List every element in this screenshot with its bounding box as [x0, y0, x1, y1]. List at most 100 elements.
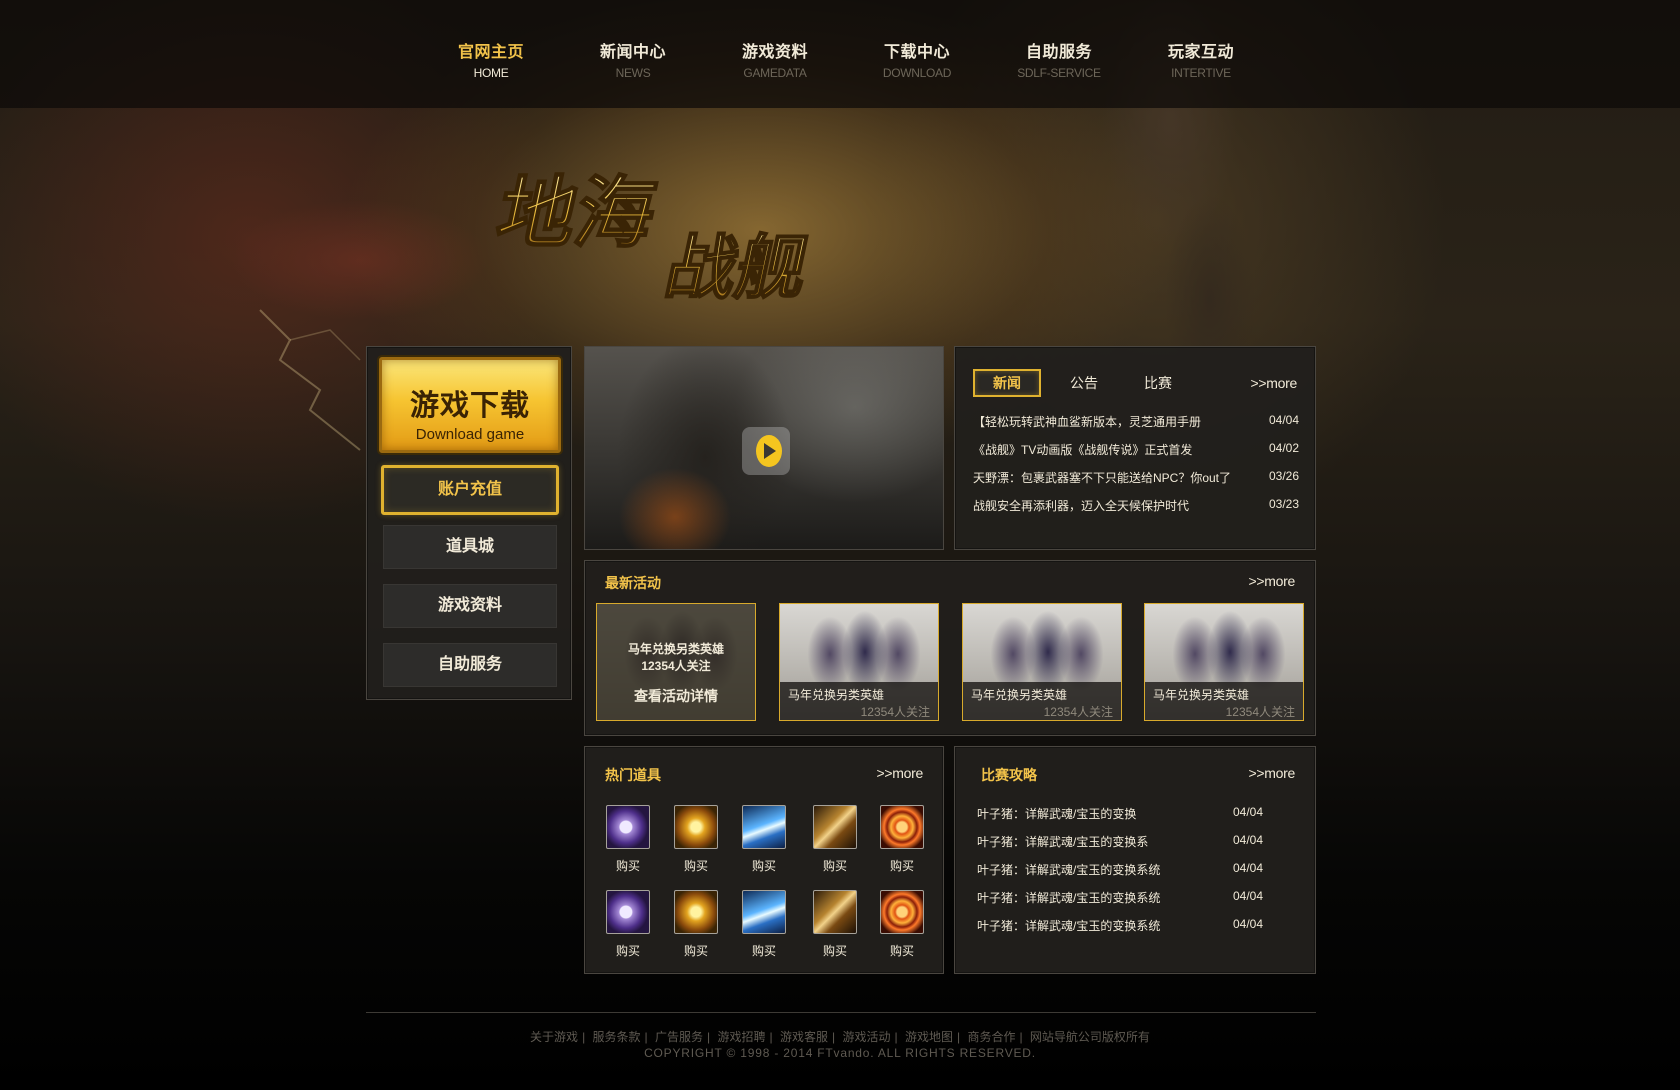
footer-link-sitemap[interactable]: 网站导航公司版权所有: [1030, 1030, 1150, 1044]
buy-button[interactable]: 购买: [813, 942, 857, 959]
match-guide-panel: 比赛攻略 >>more 叶子猪：详解武魂/宝玉的变换 04/04 叶子猪：详解武魂…: [954, 746, 1316, 974]
news-item[interactable]: 天野漂：包裹武器塞不下只能送给NPC？你out了 03/26: [973, 469, 1299, 497]
news-item[interactable]: 战舰安全再添利器，迈入全天候保护时代 03/23: [973, 497, 1299, 525]
footer-link-support[interactable]: 游戏客服: [780, 1030, 828, 1044]
buy-button[interactable]: 购买: [606, 942, 650, 959]
nav-sublabel: NEWS: [615, 66, 651, 80]
footer-link-terms[interactable]: 服务条款: [593, 1030, 641, 1044]
nav-label: 下载中心: [883, 44, 950, 61]
fire-ring-icon: [880, 890, 924, 934]
item-mall-button[interactable]: 道具城: [383, 525, 557, 569]
fire-ring-icon: [880, 805, 924, 849]
footer-separator: |: [707, 1030, 711, 1044]
activity-card[interactable]: 马年兑换另类英雄 12354人关注: [962, 603, 1122, 721]
tab-news[interactable]: 新闻: [973, 369, 1041, 397]
guide-item[interactable]: 叶子猪：详解武魂/宝玉的变换系统 04/04: [977, 917, 1297, 945]
claw-icon: [813, 805, 857, 849]
download-game-button[interactable]: 游戏下载 Download game: [379, 357, 561, 453]
news-item[interactable]: 《战舰》TV动画版《战舰传说》正式首发 04/02: [973, 441, 1299, 469]
hot-items-title: 热门道具: [605, 767, 661, 783]
item-slot[interactable]: 购买: [742, 890, 786, 959]
nav-label: 自助服务: [1025, 44, 1092, 61]
tab-announcements[interactable]: 公告: [1047, 373, 1121, 393]
nav-home[interactable]: 官网主页 HOME: [420, 38, 562, 80]
activity-details-link[interactable]: 查看活动详情: [597, 686, 755, 706]
buy-button[interactable]: 购买: [880, 942, 924, 959]
ice-crystal-icon: [742, 890, 786, 934]
top-nav-bar: 官网主页 HOME 新闻中心 NEWS 游戏资料 GAMEDATA 下载中心 DOWNL…: [0, 0, 1680, 108]
guide-list: 叶子猪：详解武魂/宝玉的变换 04/04 叶子猪：详解武魂/宝玉的变换系 04/04…: [977, 805, 1297, 945]
golden-emblem-icon: [674, 805, 718, 849]
guide-title: 叶子猪：详解武魂/宝玉的变换系统: [977, 919, 1161, 933]
guide-date: 04/04: [1233, 917, 1264, 931]
guide-item[interactable]: 叶子猪：详解武魂/宝玉的变换系统 04/04: [977, 889, 1297, 917]
item-slot[interactable]: 购买: [880, 805, 924, 874]
footer-separator: |: [644, 1030, 648, 1044]
activity-title: 马年兑换另类英雄: [627, 642, 724, 656]
footer-link-jobs[interactable]: 游戏招聘: [718, 1030, 766, 1044]
item-slot[interactable]: 购买: [880, 890, 924, 959]
self-service-button[interactable]: 自助服务: [383, 643, 557, 687]
guide-date: 04/04: [1233, 805, 1264, 819]
footer-link-map[interactable]: 游戏地图: [905, 1030, 953, 1044]
footer-link-business[interactable]: 商务合作: [967, 1030, 1015, 1044]
play-icon[interactable]: [742, 427, 790, 475]
footer-divider: [366, 1012, 1316, 1013]
buy-button[interactable]: 购买: [742, 857, 786, 874]
nav-self-service[interactable]: 自助服务 SDLF-SERVICE: [988, 38, 1130, 80]
item-slot[interactable]: 购买: [742, 805, 786, 874]
buy-button[interactable]: 购买: [674, 857, 718, 874]
activity-title: 马年兑换另类英雄: [788, 688, 885, 702]
game-logo: 地海 战舰: [470, 160, 910, 310]
guide-item[interactable]: 叶子猪：详解武魂/宝玉的变换 04/04: [977, 805, 1297, 833]
item-slot[interactable]: 购买: [606, 890, 650, 959]
nav-gamedata[interactable]: 游戏资料 GAMEDATA: [704, 38, 846, 80]
tab-matches[interactable]: 比赛: [1121, 373, 1195, 393]
match-guide-more-link[interactable]: >>more: [1249, 765, 1296, 781]
guide-title: 叶子猪：详解武魂/宝玉的变换系统: [977, 891, 1161, 905]
activity-card[interactable]: 马年兑换另类英雄 12354人关注: [779, 603, 939, 721]
item-slot[interactable]: 购买: [813, 890, 857, 959]
news-item[interactable]: 【轻松玩转武神血鲨新版本，灵芝通用手册 04/04: [973, 413, 1299, 441]
news-more-link[interactable]: >>more: [1251, 375, 1298, 391]
hot-items-more-link[interactable]: >>more: [877, 765, 924, 781]
footer-separator: |: [1019, 1030, 1023, 1044]
news-date: 04/04: [1268, 413, 1299, 427]
activity-card-overlay: 马年兑换另类英雄 12354人关注 查看活动详情: [597, 604, 755, 720]
buy-button[interactable]: 购买: [606, 857, 650, 874]
item-slot[interactable]: 购买: [674, 890, 718, 959]
video-player[interactable]: [584, 346, 944, 550]
item-slot[interactable]: 购买: [813, 805, 857, 874]
footer-link-events[interactable]: 游戏活动: [842, 1030, 890, 1044]
footer-separator: |: [582, 1030, 586, 1044]
nav-download[interactable]: 下载中心 DOWNLOAD: [846, 38, 988, 80]
activity-card[interactable]: 马年兑换另类英雄 12354人关注: [1144, 603, 1304, 721]
activity-caption: 马年兑换另类英雄 12354人关注: [1145, 682, 1303, 720]
activity-followers: 12354人关注: [860, 705, 930, 719]
nav-sublabel: GAMEDATA: [743, 66, 807, 80]
guide-title: 叶子猪：详解武魂/宝玉的变换系: [977, 835, 1149, 849]
buy-button[interactable]: 购买: [674, 942, 718, 959]
logo-text-bottom: 战舰: [658, 227, 815, 300]
buy-button[interactable]: 购买: [880, 857, 924, 874]
game-data-button[interactable]: 游戏资料: [383, 584, 557, 628]
activities-more-link[interactable]: >>more: [1249, 573, 1296, 589]
nav-news[interactable]: 新闻中心 NEWS: [562, 38, 704, 80]
guide-item[interactable]: 叶子猪：详解武魂/宝玉的变换系 04/04: [977, 833, 1297, 861]
logo-text-top: 地海: [489, 168, 664, 259]
activity-card-featured[interactable]: 马年兑换另类英雄 12354人关注 查看活动详情: [596, 603, 756, 721]
footer-link-ads[interactable]: 广告服务: [655, 1030, 703, 1044]
news-panel: 新闻 公告 比赛 >>more 【轻松玩转武神血鲨新版本，灵芝通用手册 04/04…: [954, 346, 1316, 550]
footer-link-about[interactable]: 关于游戏: [530, 1030, 578, 1044]
nav-sublabel: INTERTIVE: [1171, 66, 1231, 80]
buy-button[interactable]: 购买: [813, 857, 857, 874]
nav-interactive[interactable]: 玩家互动 INTERTIVE: [1130, 38, 1272, 80]
item-slot[interactable]: 购买: [674, 805, 718, 874]
buy-button[interactable]: 购买: [742, 942, 786, 959]
guide-item[interactable]: 叶子猪：详解武魂/宝玉的变换系统 04/04: [977, 861, 1297, 889]
item-slot[interactable]: 购买: [606, 805, 650, 874]
footer-separator: |: [956, 1030, 961, 1044]
activity-followers: 12354人关注: [1225, 705, 1295, 719]
footer-separator: |: [894, 1030, 898, 1044]
account-recharge-button[interactable]: 账户充值: [381, 465, 559, 515]
